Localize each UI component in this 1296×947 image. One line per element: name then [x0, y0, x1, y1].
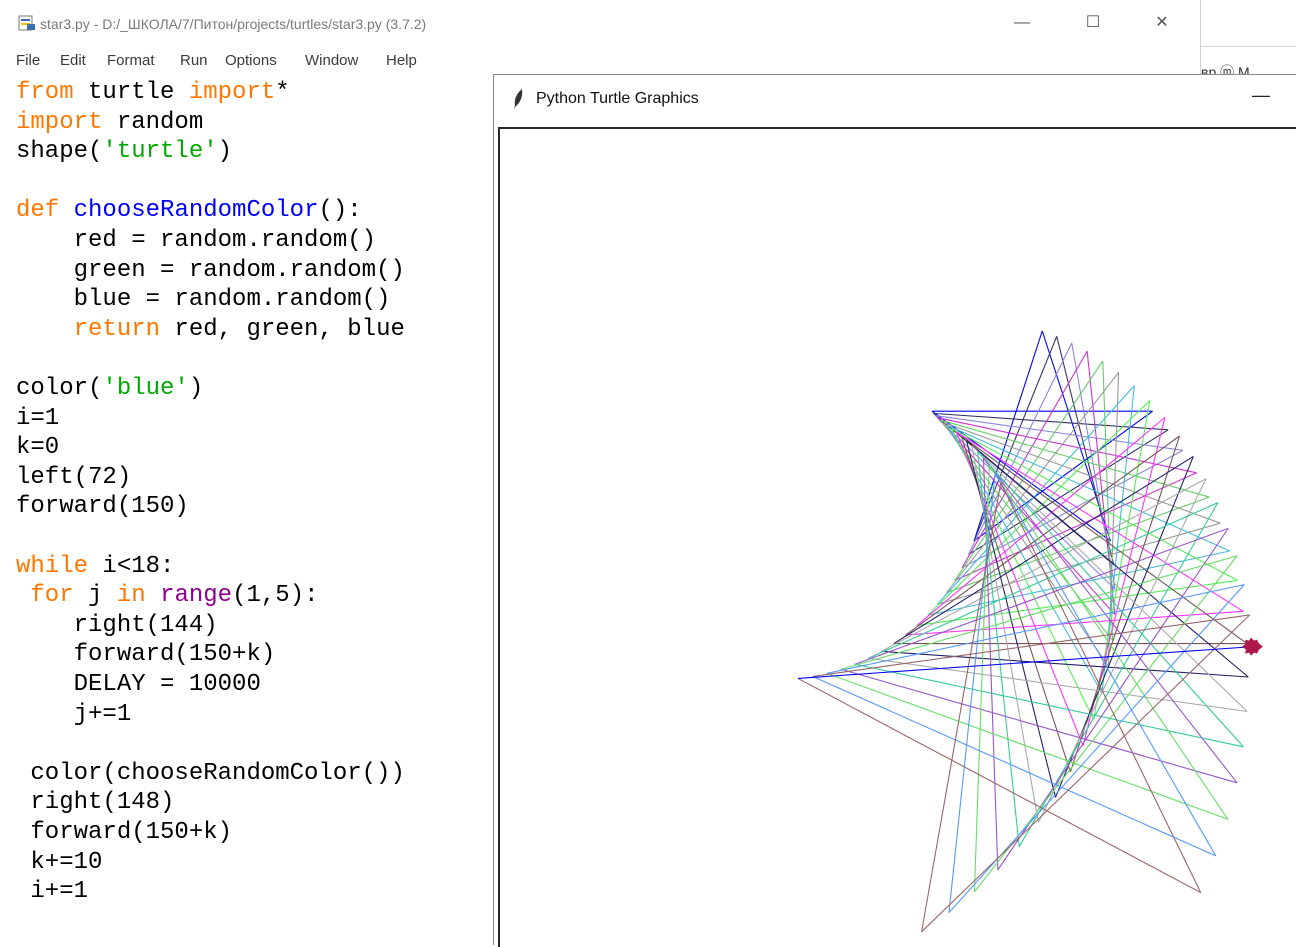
turtle-line — [937, 417, 1116, 615]
turtle-line — [1000, 482, 1202, 893]
turtle-line — [868, 657, 1248, 713]
turtle-drawing — [797, 330, 1263, 933]
turtle-line — [956, 431, 1244, 612]
turtle-line — [948, 473, 996, 913]
turtle-line — [933, 412, 1169, 431]
turtle-line — [812, 675, 1217, 857]
turtle-line — [921, 482, 1002, 932]
turtle-line — [977, 451, 1020, 847]
turtle-line — [826, 672, 1229, 820]
turtle-line — [921, 614, 1251, 933]
turtle-line — [973, 465, 990, 892]
turtle-cursor-icon — [1242, 637, 1263, 656]
turtle-line — [840, 668, 1238, 784]
turtle-graphics-window: Python Turtle Graphics — — [493, 74, 1296, 947]
turtle-line — [905, 435, 1180, 636]
turtle-line — [881, 650, 1249, 678]
turtle-line — [916, 579, 1238, 626]
turtle-line — [812, 614, 1250, 677]
turtle-canvas — [498, 127, 1296, 947]
turtle-line — [868, 502, 1219, 659]
